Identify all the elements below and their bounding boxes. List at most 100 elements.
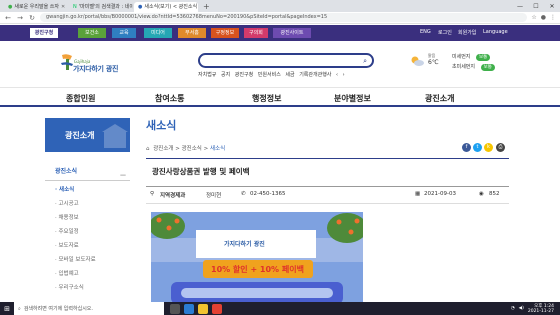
chrome-icon[interactable] <box>212 303 222 314</box>
browser-tab[interactable]: ● 새로운 우리말을 쓰자 ✕ <box>4 2 68 12</box>
profile-icon[interactable]: ● <box>541 14 546 21</box>
browser-tab-strip: ● 새로운 우리말을 쓰자 ✕ N '마미벨'의 검색결과 : 네이버 사...… <box>0 0 560 12</box>
nav-item-admin-info[interactable]: 행정정보 <box>252 93 281 104</box>
volume-icon[interactable]: ◀) <box>519 306 524 311</box>
weather-temperature: 6℃ <box>428 59 439 66</box>
logo-text[interactable]: 가지다하기 광진 <box>73 64 118 74</box>
window-controls: — ☐ ✕ <box>512 0 560 12</box>
maximize-icon[interactable]: ☐ <box>528 3 544 10</box>
sidebar-list: · 새소식 · 고시공고 · 채용정보 · 주요일정 · 보도자료 · 모바일 … <box>45 183 130 295</box>
nav-item-about[interactable]: 광진소개 <box>425 93 454 104</box>
post-department: 지역경제과 <box>160 193 186 199</box>
status-badge: 보통 <box>480 64 495 71</box>
kakao-icon[interactable]: k <box>484 143 493 152</box>
sidebar-item-news[interactable]: · 새소식 <box>45 183 130 197</box>
address-bar-row: ← → ↻ gwangjin.go.kr/portal/bbs/B0000001… <box>0 12 560 24</box>
signup-link[interactable]: 회원가입 <box>458 29 476 36</box>
breadcrumb: ⌂ 광진소개 > 광진소식 > 새소식 <box>146 146 226 152</box>
building-icon <box>102 124 128 148</box>
facebook-icon[interactable]: f <box>462 143 471 152</box>
edge-icon[interactable] <box>184 303 194 314</box>
clock[interactable]: 오후 1:24 2021-11-27 <box>528 304 554 314</box>
poster-banner: 10% 할인 + 10% 페이백 <box>211 265 304 274</box>
sidebar-item-notice[interactable]: · 고시공고 <box>45 197 130 211</box>
search-input[interactable] <box>206 55 356 66</box>
back-icon[interactable]: ← <box>4 14 12 22</box>
sidebar-item-mobile-press[interactable]: · 모바일 보도자료 <box>45 253 130 267</box>
taskbar-apps <box>170 303 222 314</box>
favicon-icon: ● <box>8 4 13 10</box>
browser-tab-active[interactable]: ● 새소식(보기) < 광진소식 > 광진... ✕ <box>134 2 198 12</box>
sitebar-item-health[interactable]: 보건소 <box>78 28 106 38</box>
sitebar-item-sites[interactable]: 광진사이트 <box>273 28 311 38</box>
home-icon[interactable]: ⌂ <box>146 146 150 152</box>
language-link[interactable]: Language <box>483 29 508 35</box>
eng-link[interactable]: ENG <box>420 29 431 35</box>
system-tray: ◔ ◀) 오후 1:24 2021-11-27 <box>511 304 560 314</box>
keyword-link[interactable]: 민원서비스 <box>258 72 281 78</box>
keyword-link[interactable]: 기록관개관행사 <box>299 72 331 78</box>
close-icon[interactable]: ✕ <box>61 2 65 12</box>
star-icon[interactable]: ☆ <box>531 14 536 21</box>
network-icon[interactable]: ◔ <box>511 306 515 311</box>
minimize-icon[interactable]: — <box>512 3 528 10</box>
breadcrumb-item[interactable]: 광진소식 <box>182 146 202 152</box>
favicon-icon: ● <box>138 4 143 10</box>
windows-start-icon[interactable]: ⊞ <box>0 305 14 313</box>
login-link[interactable]: 로그인 <box>438 29 452 36</box>
keyword-link[interactable]: 공지 <box>221 72 230 78</box>
nav-item-civil[interactable]: 종합민원 <box>66 93 95 104</box>
task-view-icon[interactable] <box>170 303 180 314</box>
phone-icon: ✆ <box>241 191 246 197</box>
post-meta: ⚲ 지역경제과 정미현 ✆ 02-450-1365 ▦ 2021-09-03 ◉… <box>146 186 509 204</box>
sitebar-item-dept[interactable]: 부서홈 <box>178 28 206 38</box>
file-explorer-icon[interactable] <box>198 303 208 314</box>
close-window-icon[interactable]: ✕ <box>544 3 560 10</box>
twitter-icon[interactable]: t <box>473 143 482 152</box>
sidebar-item-local-news[interactable]: · 우리구소식 <box>45 281 130 295</box>
reload-icon[interactable]: ↻ <box>28 14 36 22</box>
title-divider <box>146 158 509 159</box>
post-title: 광진사랑상품권 발행 및 페이백 <box>152 167 250 176</box>
sidebar-item-legislation[interactable]: · 입법예고 <box>45 267 130 281</box>
keyword-link[interactable]: 자치법규 <box>198 72 216 78</box>
post-image: 가지다하기 광진 10% 할인 + 10% 페이백 <box>151 212 363 304</box>
sitebar-item-gwangjin[interactable]: 광진구청 <box>30 28 58 38</box>
sidebar-item-press[interactable]: · 보도자료 <box>45 239 130 253</box>
calendar-icon: ▦ <box>415 191 421 197</box>
taskbar-search[interactable]: ⌕ 검색하려면 여기에 입력하십시오. <box>14 302 164 315</box>
print-icon[interactable]: ⎙ <box>496 143 505 152</box>
fine-dust-status: 미세먼지 보통 <box>452 53 491 61</box>
menu-icon[interactable]: ⋮ <box>550 14 556 21</box>
forward-icon[interactable]: → <box>16 14 24 22</box>
sitebar-item-media[interactable]: 미디어 <box>144 28 172 38</box>
popular-keywords: 자치법규 공지 광진구청 민원서비스 세금 기록관개관행사 ‹ › <box>198 71 348 78</box>
browser-tab[interactable]: N '마미벨'의 검색결과 : 네이버 사... ✕ <box>69 2 133 12</box>
nav-item-field-info[interactable]: 분야별정보 <box>334 93 371 104</box>
new-tab-button[interactable]: + <box>199 2 214 12</box>
eye-icon: ◉ <box>479 191 484 197</box>
sun-cloud-icon <box>411 56 424 66</box>
sidebar-item-jobs[interactable]: · 채용정보 <box>45 211 130 225</box>
chevron-right-icon[interactable]: › <box>343 72 345 78</box>
url-field[interactable]: gwangjin.go.kr/portal/bbs/B0000001/view.… <box>40 13 528 22</box>
person-icon: ⚲ <box>150 191 155 197</box>
sidebar-item-schedule[interactable]: · 주요일정 <box>45 225 130 239</box>
sidebar-header: 광진소개 <box>45 118 130 152</box>
nav-item-participation[interactable]: 참여소통 <box>155 93 184 104</box>
logo-icon[interactable] <box>60 53 74 71</box>
post-phone: 02-450-1365 <box>250 191 286 197</box>
search-icon: ⌕ <box>18 305 21 312</box>
search-icon[interactable]: ⌕ <box>363 57 367 66</box>
os-taskbar: ⊞ ⌕ 검색하려면 여기에 입력하십시오. ◔ ◀) 오후 1:24 2021-… <box>0 302 560 315</box>
breadcrumb-item[interactable]: 광진소개 <box>153 146 173 152</box>
sitebar-item-info[interactable]: 구정정보 <box>211 28 239 38</box>
sitebar-item-education[interactable]: 교육 <box>112 28 136 38</box>
keyword-link[interactable]: 광진구청 <box>235 72 253 78</box>
site-top-bar: 광진구청 보건소 교육 미디어 부서홈 구정정보 구의회 광진사이트 ENG 로… <box>0 25 560 41</box>
post-date: 2021-09-03 <box>424 191 456 197</box>
sitebar-item-council[interactable]: 구의회 <box>244 28 268 38</box>
keyword-link[interactable]: 세금 <box>285 72 294 78</box>
sidebar-section[interactable]: 광진소식 — <box>45 163 130 181</box>
chevron-left-icon[interactable]: ‹ <box>336 72 338 78</box>
